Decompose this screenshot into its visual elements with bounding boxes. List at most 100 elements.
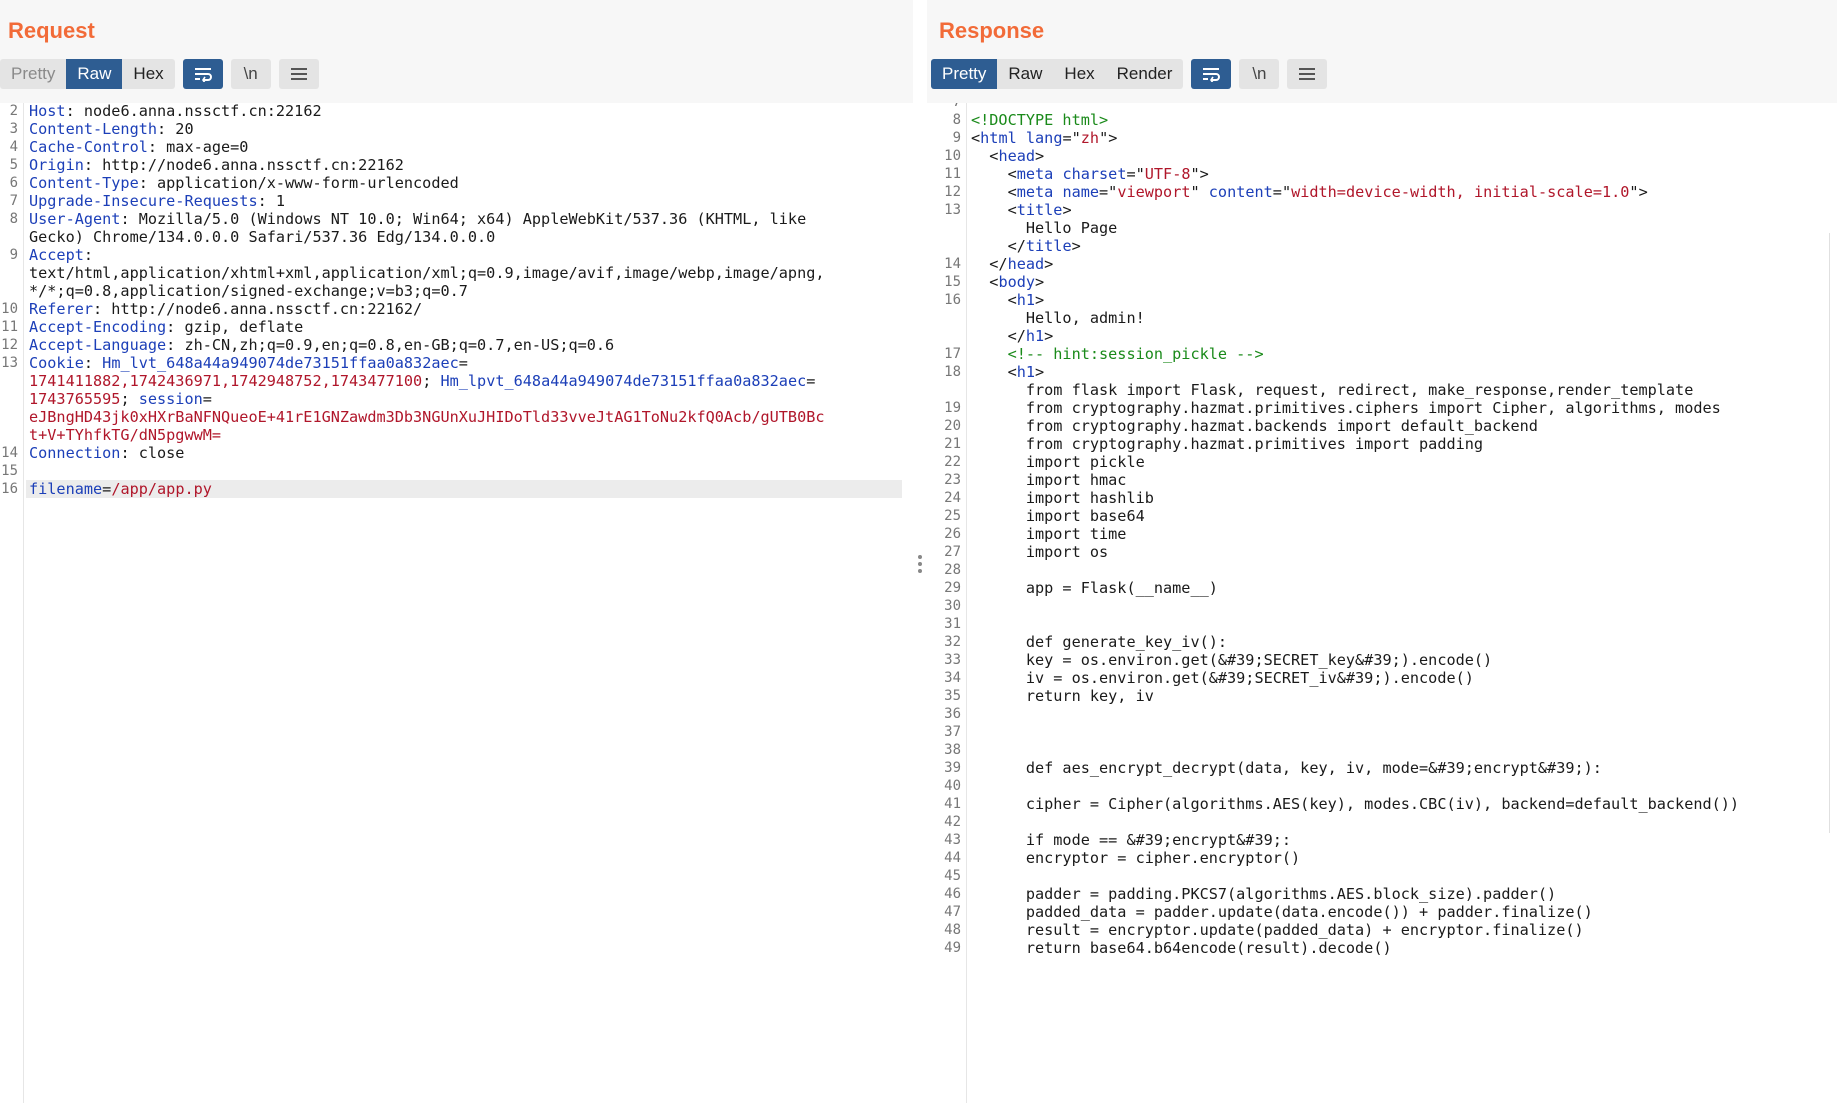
response-editor[interactable]: 78<!DOCTYPE html>9<html lang="zh">10 <he… bbox=[927, 103, 1837, 1103]
line-number: 8 bbox=[9, 211, 18, 227]
token-key: Origin bbox=[29, 156, 84, 174]
token-key: Referer bbox=[29, 300, 94, 318]
token-text: "> bbox=[1099, 129, 1118, 147]
code-line: 35 return key, iv bbox=[927, 687, 1837, 705]
line-number: 18 bbox=[944, 364, 961, 380]
token-text: padder = padding.PKCS7(algorithms.AES.bl… bbox=[971, 885, 1557, 903]
drag-handle-icon[interactable] bbox=[918, 555, 922, 576]
response-menu-button[interactable] bbox=[1287, 59, 1328, 89]
line-text: Accept-Language: zh-CN,zh;q=0.9,en;q=0.8… bbox=[29, 336, 614, 354]
token-text: < bbox=[971, 129, 981, 147]
code-line: 28 bbox=[927, 561, 1837, 579]
token-text: </ bbox=[971, 327, 1026, 345]
token-value: 1741411882,1742436971,1742948752,1743477… bbox=[29, 372, 423, 390]
line-number: 13 bbox=[944, 202, 961, 218]
line-number: 16 bbox=[944, 292, 961, 308]
code-line: 8 User-Agent: Mozilla/5.0 (Windows NT 10.… bbox=[0, 210, 913, 228]
code-line: 15 bbox=[0, 462, 913, 480]
line-text: Hello Page bbox=[971, 219, 1117, 237]
token-key: Host bbox=[29, 103, 66, 120]
tab-pretty[interactable]: Pretty bbox=[931, 59, 998, 89]
response-view-tabs: Pretty Raw Hex Render bbox=[931, 59, 1184, 89]
line-number: 45 bbox=[944, 868, 961, 884]
code-line: 36 bbox=[927, 705, 1837, 723]
token-text: : close bbox=[120, 444, 185, 462]
line-number: 26 bbox=[944, 526, 961, 542]
code-line: 33 key = os.environ.get(&#39;SECRET_key&… bbox=[927, 651, 1837, 669]
line-number: 28 bbox=[944, 562, 961, 578]
request-menu-button[interactable] bbox=[278, 59, 319, 89]
line-text: <meta charset="UTF-8"> bbox=[971, 165, 1209, 183]
token-text: > bbox=[1035, 147, 1045, 165]
token-value: eJBngHD43jk0xHXrBaNFNQueoE+41rE1GNZawdm3… bbox=[29, 408, 825, 426]
wrap-lines-button[interactable] bbox=[182, 59, 223, 89]
line-text: from cryptography.hazmat.backends import… bbox=[971, 417, 1538, 435]
code-line: 26 import time bbox=[927, 525, 1837, 543]
tab-hex[interactable]: Hex bbox=[122, 59, 174, 89]
line-number: 22 bbox=[944, 454, 961, 470]
token-text: Hello Page bbox=[971, 219, 1118, 237]
code-line: t+V+TYhfkTG/dN5pgwwM= bbox=[0, 426, 913, 444]
show-newlines-button[interactable]: \n bbox=[1239, 59, 1280, 89]
line-text: <body> bbox=[971, 273, 1044, 291]
code-line: 38 bbox=[927, 741, 1837, 759]
token-text: if mode == &#39;encrypt&#39;: bbox=[971, 831, 1292, 849]
tab-raw[interactable]: Raw bbox=[997, 59, 1053, 89]
token-text: : gzip, deflate bbox=[166, 318, 304, 336]
line-text: Hello, admin! bbox=[971, 309, 1145, 327]
token-text: iv = os.environ.get(&#39;SECRET_iv&#39;)… bbox=[971, 669, 1474, 687]
pane-divider[interactable] bbox=[913, 0, 927, 1103]
token-text: "> bbox=[1190, 165, 1209, 183]
code-line: 30 bbox=[927, 597, 1837, 615]
token-key: Accept bbox=[29, 246, 84, 264]
code-line: 20 from cryptography.hazmat.backends imp… bbox=[927, 417, 1837, 435]
tab-pretty[interactable]: Pretty bbox=[0, 59, 66, 89]
token-key: meta bbox=[1016, 183, 1054, 201]
code-line: 34 iv = os.environ.get(&#39;SECRET_iv&#3… bbox=[927, 669, 1837, 687]
show-newlines-button[interactable]: \n bbox=[230, 59, 271, 89]
code-line: 32 def generate_key_iv(): bbox=[927, 633, 1837, 651]
token-key: Accept-Language bbox=[29, 336, 167, 354]
code-line: 12 <meta name="viewport" content="width=… bbox=[927, 183, 1837, 201]
token-text: < bbox=[971, 183, 1017, 201]
token-key: html bbox=[980, 129, 1017, 147]
line-text: def aes_encrypt_decrypt(data, key, iv, m… bbox=[971, 759, 1602, 777]
token-value: viewport bbox=[1117, 183, 1191, 201]
tab-hex[interactable]: Hex bbox=[1053, 59, 1105, 89]
line-text: def generate_key_iv(): bbox=[971, 633, 1227, 651]
line-text: Content-Length: 20 bbox=[29, 120, 194, 138]
token-key: meta bbox=[1016, 165, 1054, 183]
line-number: 25 bbox=[944, 508, 961, 524]
tab-render[interactable]: Render bbox=[1106, 59, 1184, 89]
line-number: 19 bbox=[944, 400, 961, 416]
line-number: 12 bbox=[944, 184, 961, 200]
request-editor[interactable]: 1POST / HTTP/1.12Host: node6.anna.nssctf… bbox=[0, 103, 913, 1103]
line-number: 15 bbox=[944, 274, 961, 290]
line-number: 34 bbox=[944, 670, 961, 686]
token-text: def aes_encrypt_decrypt(data, key, iv, m… bbox=[971, 759, 1602, 777]
line-text: <html lang="zh"> bbox=[971, 129, 1117, 147]
line-number: 29 bbox=[944, 580, 961, 596]
line-number: 43 bbox=[944, 832, 961, 848]
line-number: 36 bbox=[944, 706, 961, 722]
token-text: from cryptography.hazmat.primitives.ciph… bbox=[971, 399, 1721, 417]
line-text: <head> bbox=[971, 147, 1044, 165]
token-value: t+V+TYhfkTG/dN5pgwwM= bbox=[29, 426, 222, 444]
line-number: 32 bbox=[944, 634, 961, 650]
line-text: import hashlib bbox=[971, 489, 1154, 507]
line-text: padder = padding.PKCS7(algorithms.AES.bl… bbox=[971, 885, 1556, 903]
line-number: 21 bbox=[944, 436, 961, 452]
tab-raw[interactable]: Raw bbox=[66, 59, 123, 89]
token-key: lang bbox=[1025, 129, 1063, 147]
token-text: =" bbox=[1126, 165, 1145, 183]
token-key: body bbox=[998, 273, 1036, 291]
token-key: Accept-Encoding bbox=[29, 318, 167, 336]
token-text: import os bbox=[971, 543, 1109, 561]
token-text: app = Flask(__name__) bbox=[971, 579, 1218, 597]
token-key: Connection bbox=[29, 444, 121, 462]
line-number: 6 bbox=[9, 175, 18, 191]
token-text: = bbox=[202, 390, 212, 408]
wrap-lines-button[interactable] bbox=[1191, 59, 1232, 89]
code-line: Gecko) Chrome/134.0.0.0 Safari/537.36 Ed… bbox=[0, 228, 913, 246]
line-text: t+V+TYhfkTG/dN5pgwwM= bbox=[29, 426, 221, 444]
